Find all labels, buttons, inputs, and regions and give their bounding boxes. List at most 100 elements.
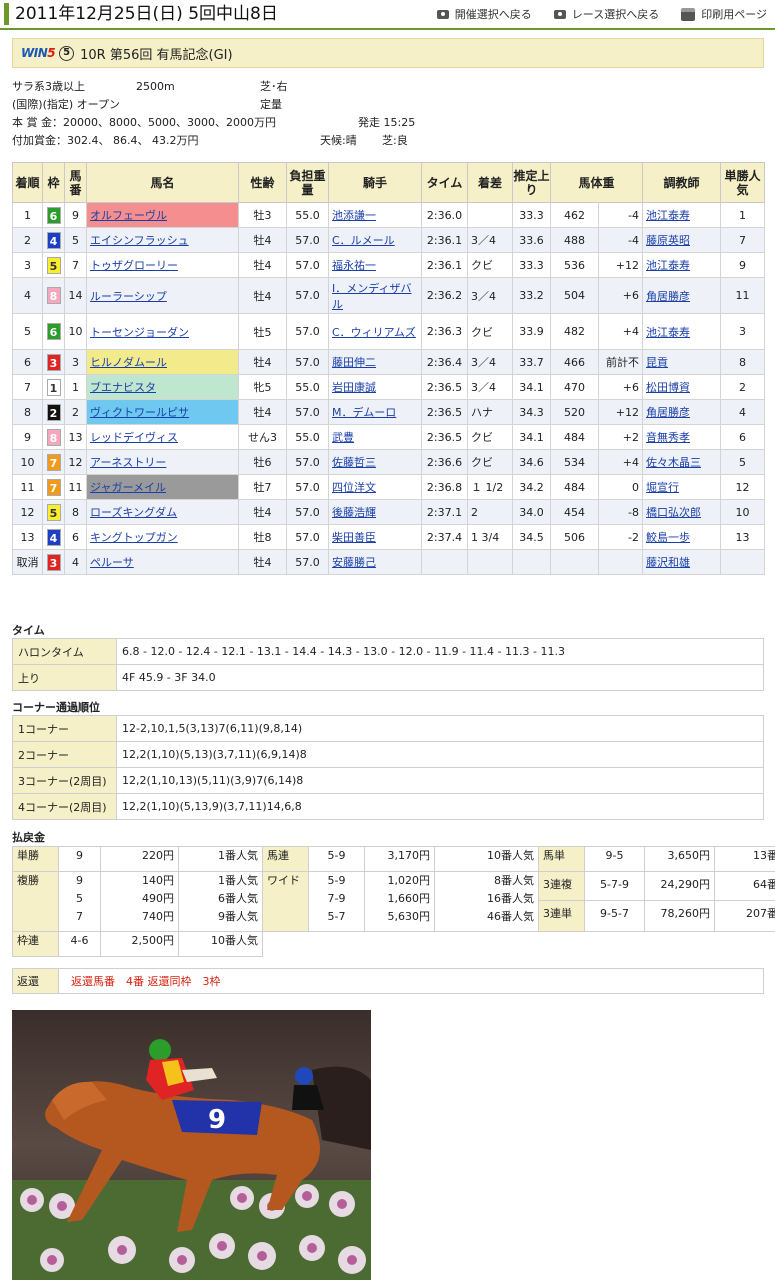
jockey-name: 藤田伸二 — [328, 349, 422, 375]
col-header-weight: 負担重量 — [286, 162, 329, 203]
col-header-sex-age: 性齢 — [238, 162, 287, 203]
horse-number: 13 — [64, 424, 87, 450]
trainer-link[interactable]: 藤原英昭 — [646, 234, 690, 247]
sex-age: 牡4 — [238, 349, 287, 375]
jockey-link[interactable]: C．ウィリアムズ — [332, 326, 416, 339]
finish-position: 8 — [12, 399, 43, 425]
body-weight-diff: +4 — [597, 449, 644, 475]
trainer-link[interactable]: 橋口弘次郎 — [646, 506, 701, 519]
jockey-link[interactable]: 安藤勝己 — [332, 556, 376, 569]
circled-number-badge: 5 — [59, 45, 75, 61]
jockey-link[interactable]: 藤田伸二 — [332, 356, 376, 369]
jockey-link[interactable]: 後藤浩輝 — [332, 506, 376, 519]
corner-value: 12,2(1,10)(5,13,9)(3,7,11)14,6,8 — [116, 793, 764, 820]
last-3f: 34.6 — [512, 449, 551, 475]
finish-margin: 1 3/4 — [467, 524, 513, 550]
trainer-link[interactable]: 藤沢和雄 — [646, 556, 690, 569]
umaren-popularity: 10番人気 — [434, 846, 539, 872]
tansho-label: 単勝 — [12, 846, 59, 872]
carried-weight: 57.0 — [286, 313, 329, 350]
horse-name-link[interactable]: キングトップガン — [90, 531, 178, 544]
trainer-link[interactable]: 鮫島一歩 — [646, 531, 690, 544]
horse-number: 3 — [64, 349, 87, 375]
jockey-link[interactable]: C．ルメール — [332, 234, 395, 247]
table-row: 上り 4F 45.9 - 3F 34.0 — [12, 664, 764, 691]
horse-name-link[interactable]: レッドデイヴィス — [90, 431, 178, 444]
jockey-link[interactable]: 佐藤哲三 — [332, 456, 376, 469]
trainer-link[interactable]: 角居勝彦 — [646, 406, 690, 419]
horse-name-link[interactable]: オルフェーヴル — [90, 209, 167, 222]
finish-margin: 2 — [467, 499, 513, 525]
print-page-link[interactable]: 印刷用ページ — [681, 6, 767, 22]
trainer-link[interactable]: 池江泰寿 — [646, 209, 690, 222]
jockey-link[interactable]: 四位洋文 — [332, 481, 376, 494]
waku-badge: 1 — [42, 374, 65, 400]
finish-position: 1 — [12, 202, 43, 228]
last-3f: 34.5 — [512, 524, 551, 550]
table-row: 1 6 9 オルフェーヴル 牡3 55.0 池添謙一 2:36.0 33.3 462 -4 池江泰寿 1 — [12, 202, 766, 228]
sex-age: 牡5 — [238, 313, 287, 350]
prize-money: 本 賞 金：20000、8000、5000、3000、2000万円 — [12, 116, 276, 129]
horse-name-link[interactable]: ジャガーメイル — [90, 481, 166, 494]
jockey-link[interactable]: 柴田善臣 — [332, 531, 376, 544]
trainer-link[interactable]: 佐々木晶三 — [646, 456, 701, 469]
finish-time: 2:36.1 — [421, 252, 468, 278]
horse-name-link[interactable]: エイシンフラッシュ — [90, 234, 189, 247]
win-popularity: 11 — [720, 277, 766, 314]
trainer-link[interactable]: 松田博資 — [646, 381, 690, 394]
waku-badge: 5 — [42, 252, 65, 278]
table-row: 単勝 9 220円 1番人気 馬連 5-9 3,170円 10番人気 馬単 9-… — [12, 846, 775, 872]
trainer-link[interactable]: 堀宣行 — [646, 481, 679, 494]
horse-name: レッドデイヴィス — [86, 424, 239, 450]
table-row: ハロンタイム 6.8 - 12.0 - 12.4 - 12.1 - 13.1 - … — [12, 638, 764, 665]
horse-name-link[interactable]: ヴィクトワールピサ — [90, 406, 189, 419]
last-3f: 34.2 — [512, 474, 551, 500]
horse-name-link[interactable]: ブエナビスタ — [90, 381, 156, 394]
umatan-numbers: 9-5 — [584, 846, 645, 872]
horse-name-link[interactable]: ヒルノダムール — [90, 356, 167, 369]
body-weight-diff: -8 — [597, 499, 644, 525]
finish-time: 2:36.3 — [421, 313, 468, 350]
carried-weight: 55.0 — [286, 374, 329, 400]
refund-row: 返還 返還馬番 4番 返還同枠 3枠 — [12, 968, 764, 994]
jockey-link[interactable]: 武豊 — [332, 431, 354, 444]
sex-age: 牡3 — [238, 202, 287, 228]
body-weight: 462 — [550, 202, 599, 228]
horse-number: 5 — [64, 227, 87, 253]
carried-weight: 57.0 — [286, 549, 329, 575]
trainer-name: 音無秀孝 — [642, 424, 722, 450]
win-popularity: 7 — [720, 227, 766, 253]
trainer-link[interactable]: 音無秀孝 — [646, 431, 690, 444]
jockey-link[interactable]: 池添謙一 — [332, 209, 376, 222]
jockey-link[interactable]: I．メンディザバル — [332, 282, 411, 311]
back-to-meeting-link[interactable]: 開催選択へ戻る — [436, 6, 532, 22]
horse-name-link[interactable]: アーネストリー — [90, 456, 166, 469]
corner-value: 12,2(1,10)(5,13)(3,7,11)(6,9,14)8 — [116, 741, 764, 768]
trainer-link[interactable]: 池江泰寿 — [646, 326, 690, 339]
waku-badge: 8 — [42, 277, 65, 314]
horse-name-link[interactable]: ローズキングダム — [90, 506, 177, 519]
carried-weight: 57.0 — [286, 399, 329, 425]
trainer-link[interactable]: 昆貢 — [646, 356, 668, 369]
horse-name: ヒルノダムール — [86, 349, 239, 375]
back-to-race-link[interactable]: レース選択へ戻る — [553, 6, 659, 22]
jockey-link[interactable]: M．デムーロ — [332, 406, 396, 419]
win-popularity — [720, 549, 766, 575]
trainer-link[interactable]: 角居勝彦 — [646, 290, 690, 303]
fukusho-popularity: 1番人気 6番人気 9番人気 — [178, 871, 263, 932]
jockey-link[interactable]: 福永祐一 — [332, 259, 376, 272]
horse-name-link[interactable]: トーセンジョーダン — [90, 326, 189, 339]
track-condition: 芝:良 — [382, 134, 408, 147]
trainer-name: 藤原英昭 — [642, 227, 722, 253]
horse-name-link[interactable]: トゥザグローリー — [90, 259, 178, 272]
horse-name-link[interactable]: ペルーサ — [90, 556, 134, 569]
race-class: サラ系3歳以上 — [12, 80, 85, 93]
sex-age: 牡4 — [238, 277, 287, 314]
trainer-link[interactable]: 池江泰寿 — [646, 259, 690, 272]
jockey-link[interactable]: 岩田康誠 — [332, 381, 376, 394]
body-weight: 470 — [550, 374, 599, 400]
horse-name-link[interactable]: ルーラーシップ — [90, 290, 167, 303]
win-popularity: 2 — [720, 374, 766, 400]
last-3f: 34.3 — [512, 399, 551, 425]
trainer-name: 角居勝彦 — [642, 399, 722, 425]
